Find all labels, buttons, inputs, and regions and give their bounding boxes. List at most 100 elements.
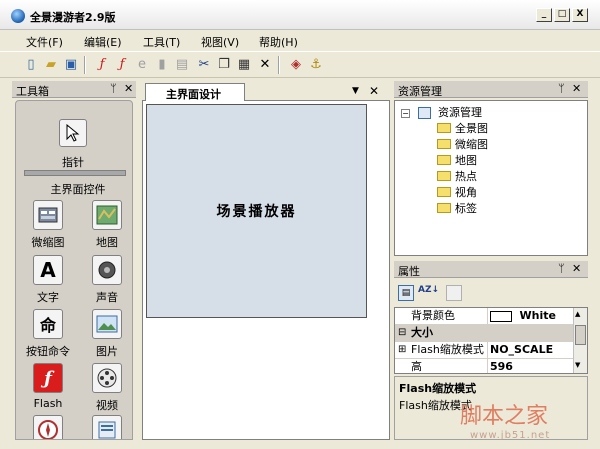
tree-root-label: 资源管理 bbox=[438, 106, 482, 119]
pin-icon[interactable]: ᛘ bbox=[110, 82, 117, 95]
categorized-icon[interactable]: ▤ bbox=[398, 285, 414, 301]
flash-icon[interactable]: ƒ bbox=[94, 57, 110, 73]
main-toolbar: ▯ ▰ ▣ ƒ ƒ e ▮ ▤ ✂ ❐ ▦ ✕ ◈ ⚓ bbox=[0, 51, 600, 78]
paste-icon[interactable]: ▦ bbox=[236, 57, 252, 73]
pointer-icon[interactable] bbox=[59, 119, 87, 147]
print-icon[interactable]: ▤ bbox=[174, 57, 190, 73]
properties-title: 属性 bbox=[398, 265, 420, 278]
folder-icon bbox=[437, 155, 451, 165]
book-icon[interactable]: ◈ bbox=[288, 57, 304, 73]
new-file-icon[interactable]: ▯ bbox=[23, 57, 39, 73]
tree-item-map[interactable]: 地图 bbox=[437, 153, 477, 168]
scroll-up-icon[interactable]: ▲ bbox=[575, 310, 580, 318]
tree-item-label: 全景图 bbox=[455, 122, 488, 135]
tree-item-panorama[interactable]: 全景图 bbox=[437, 121, 488, 136]
resource-root-icon bbox=[417, 107, 431, 119]
menu-help[interactable]: 帮助(H) bbox=[259, 34, 298, 50]
property-name: 背景颜色 bbox=[411, 309, 455, 322]
pin-icon[interactable]: ᛘ bbox=[558, 82, 565, 95]
scene-player-stage[interactable]: 场景播放器 bbox=[146, 104, 367, 318]
tree-item-viewangle[interactable]: 视角 bbox=[437, 185, 477, 200]
delete-icon[interactable]: ✕ bbox=[257, 57, 273, 73]
tool-label-thumbnail: 微缩图 bbox=[31, 236, 65, 249]
minimize-button[interactable]: _ bbox=[536, 8, 552, 22]
tree-root[interactable]: − 资源管理 bbox=[401, 105, 482, 120]
tool-label-map: 地图 bbox=[96, 236, 118, 249]
title-bar: 全景漫游者2.9版 _ □ X bbox=[0, 0, 600, 30]
tree-item-hotspot[interactable]: 热点 bbox=[437, 169, 477, 184]
tree-item-label: 热点 bbox=[455, 170, 477, 183]
tree-item-label[interactable]: 标签 bbox=[437, 201, 477, 216]
tool-label-flash: Flash bbox=[33, 397, 63, 410]
property-value[interactable]: NO_SCALE bbox=[487, 342, 573, 358]
property-row-bgcolor[interactable]: 背景颜色 White bbox=[395, 308, 573, 325]
sound-icon[interactable] bbox=[92, 255, 122, 285]
map-icon[interactable] bbox=[92, 200, 122, 230]
description-title: Flash缩放模式 bbox=[399, 382, 477, 395]
save-icon[interactable]: ▣ bbox=[63, 57, 79, 73]
toolbar-separator bbox=[278, 56, 280, 74]
maximize-button[interactable]: □ bbox=[554, 8, 570, 22]
sort-alpha-icon[interactable]: AZ↓ bbox=[418, 285, 439, 301]
property-value[interactable]: 596 bbox=[487, 359, 573, 373]
tree-item-label: 地图 bbox=[455, 154, 477, 167]
copy-icon[interactable]: ❐ bbox=[216, 57, 232, 73]
close-icon[interactable]: ✕ bbox=[124, 82, 133, 95]
globe-app-icon bbox=[11, 9, 25, 23]
thumbnail-icon[interactable] bbox=[33, 200, 63, 230]
menu-file[interactable]: 文件(F) bbox=[26, 34, 63, 50]
resources-title: 资源管理 bbox=[398, 85, 442, 98]
scroll-thumb[interactable] bbox=[575, 325, 586, 345]
tab-main-design[interactable]: 主界面设计 bbox=[145, 83, 245, 101]
disabled-icon[interactable]: ▮ bbox=[154, 57, 170, 73]
toolbox-section-divider bbox=[24, 170, 126, 176]
close-icon[interactable]: ✕ bbox=[572, 262, 581, 275]
menu-tools[interactable]: 工具(T) bbox=[143, 34, 180, 50]
property-row-flash-scale[interactable]: ⊞ Flash缩放模式 NO_SCALE bbox=[395, 342, 573, 359]
property-scrollbar[interactable]: ▲ ▼ bbox=[573, 308, 587, 373]
pointer-label: 指针 bbox=[62, 156, 84, 169]
toolbar-separator bbox=[84, 56, 86, 74]
video-icon[interactable] bbox=[92, 363, 122, 393]
property-pages-icon[interactable] bbox=[446, 285, 462, 301]
text-icon[interactable]: A bbox=[33, 255, 63, 285]
list-tool-icon[interactable] bbox=[92, 415, 122, 439]
property-category-label: 大小 bbox=[411, 326, 433, 339]
open-folder-icon[interactable]: ▰ bbox=[43, 57, 59, 73]
property-row-height[interactable]: 高 596 bbox=[395, 359, 573, 373]
close-button[interactable]: X bbox=[572, 8, 588, 22]
compass-icon[interactable] bbox=[33, 415, 63, 439]
anchor-icon[interactable]: ⚓ bbox=[308, 57, 324, 73]
toolbox-header: 工具箱 ᛘ ✕ bbox=[12, 81, 136, 98]
property-category-size[interactable]: ⊟ 大小 bbox=[395, 325, 573, 342]
command-icon[interactable]: 命 bbox=[33, 309, 63, 339]
tool-label-video: 视频 bbox=[96, 399, 118, 412]
flash-tool-icon[interactable]: ƒ bbox=[33, 363, 63, 393]
tab-main-design-label: 主界面设计 bbox=[166, 88, 221, 101]
close-icon[interactable]: ✕ bbox=[572, 82, 581, 95]
properties-header: 属性 ᛘ ✕ bbox=[394, 261, 588, 278]
ie-icon[interactable]: e bbox=[134, 57, 150, 73]
collapse-icon[interactable]: ⊟ bbox=[398, 325, 406, 341]
expand-icon[interactable]: ⊞ bbox=[398, 342, 406, 358]
tool-label-text: 文字 bbox=[37, 291, 59, 304]
toolbox-section-label: 主界面控件 bbox=[50, 183, 106, 196]
property-value[interactable]: White bbox=[487, 308, 573, 324]
tree-item-thumbnail[interactable]: 微缩图 bbox=[437, 137, 488, 152]
tab-dropdown-icon[interactable]: ▼ bbox=[352, 86, 359, 96]
menu-bar: 文件(F) 编辑(E) 工具(T) 视图(V) 帮助(H) bbox=[0, 30, 600, 78]
tree-item-label: 视角 bbox=[455, 186, 477, 199]
picture-icon[interactable] bbox=[92, 309, 122, 339]
tab-close-icon[interactable]: ✕ bbox=[369, 84, 379, 98]
collapse-icon[interactable]: − bbox=[401, 108, 410, 118]
properties-toolbar: ▤ AZ↓ bbox=[394, 280, 588, 306]
tool-label-sound: 声音 bbox=[96, 291, 118, 304]
cut-icon[interactable]: ✂ bbox=[196, 57, 212, 73]
menu-edit[interactable]: 编辑(E) bbox=[84, 34, 122, 50]
pin-icon[interactable]: ᛘ bbox=[558, 262, 565, 275]
folder-icon bbox=[437, 203, 451, 213]
scroll-down-icon[interactable]: ▼ bbox=[575, 361, 580, 369]
flash-alt-icon[interactable]: ƒ bbox=[114, 57, 130, 73]
tree-item-label: 标签 bbox=[455, 202, 477, 215]
menu-view[interactable]: 视图(V) bbox=[201, 34, 239, 50]
